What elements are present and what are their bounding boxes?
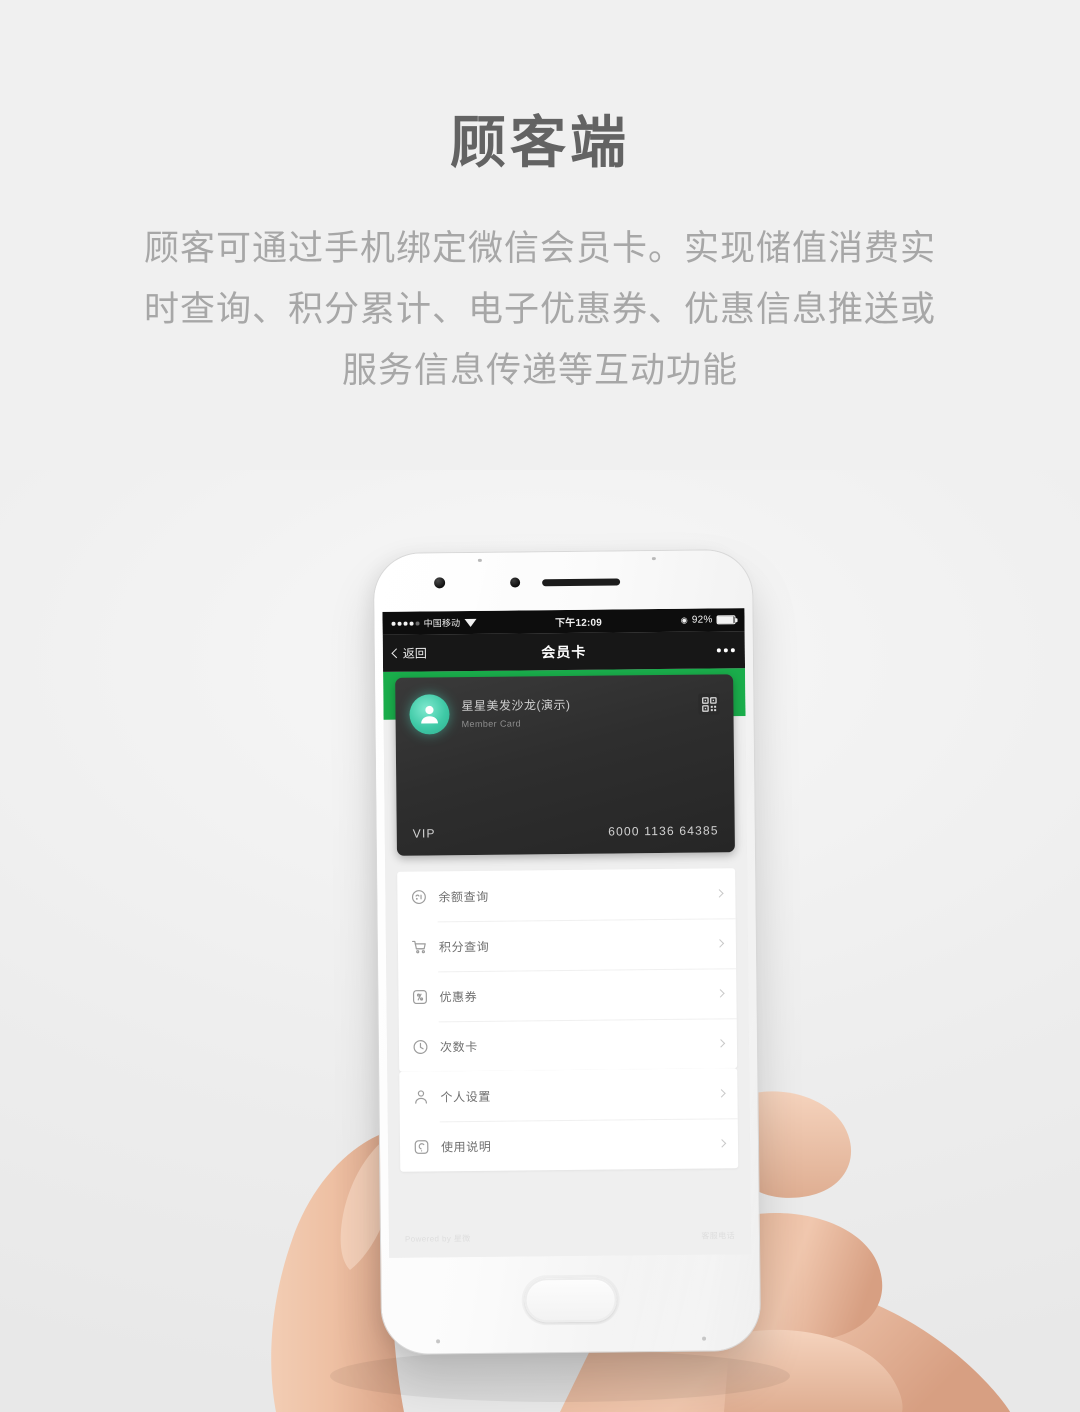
help-manual-icon [413, 1138, 430, 1155]
person-settings-icon [412, 1088, 429, 1105]
chevron-right-icon [717, 1089, 726, 1098]
signal-dots-icon [391, 621, 420, 626]
chevron-right-icon [715, 889, 724, 898]
app-content: 星星美发沙龙(演示) Member Card VIP 6000 1136 643… [383, 674, 752, 1258]
chevron-right-icon [716, 989, 725, 998]
battery-icon [716, 615, 736, 625]
antenna-line-left [436, 1339, 441, 1344]
carrier-label: 中国移动 [423, 618, 461, 629]
card-tier-label: VIP [412, 826, 436, 841]
footer-left-text: Powered by 星微 [404, 1233, 471, 1244]
menu-group-account: 个人设置 使用说明 [399, 1068, 739, 1172]
nav-title: 会员卡 [541, 643, 587, 660]
app-footer: Powered by 星微 客服电话 [389, 1222, 751, 1252]
list-item[interactable]: 优惠券 [398, 968, 737, 1022]
menu-group-services: 余额查询 积分查询 优惠券 次数卡 [397, 868, 738, 1072]
list-item-label: 使用说明 [440, 1139, 492, 1154]
rotation-lock-icon: ◉ [680, 615, 688, 625]
front-camera-icon [434, 577, 446, 589]
antenna-dot-right [651, 557, 656, 561]
back-button-label: 返回 [402, 646, 427, 661]
description-line-3: 服务信息传递等互动功能 [341, 350, 738, 390]
page-header: 顾客端 顾客可通过手机绑定微信会员卡。实现储值消费实 时查询、积分累计、电子优惠… [0, 0, 1080, 401]
wallet-balance-icon [410, 888, 427, 905]
antenna-dot-left [477, 558, 482, 562]
description-line-1: 顾客可通过手机绑定微信会员卡。实现储值消费实 [143, 228, 936, 268]
battery-percent-label: 92% [691, 614, 713, 626]
list-item[interactable]: 次数卡 [399, 1018, 738, 1072]
nav-bar: 返回 会员卡 [382, 631, 746, 672]
times-card-icon [412, 1038, 429, 1055]
proximity-sensor-icon [510, 577, 521, 588]
phone-top-bezel [374, 550, 753, 612]
list-item-label: 个人设置 [440, 1089, 491, 1104]
qr-code-icon[interactable] [698, 693, 720, 715]
wifi-icon [464, 618, 477, 627]
antenna-line-right [702, 1336, 707, 1341]
phone-bottom-bezel [381, 1254, 760, 1354]
page-title: 顾客端 [450, 111, 630, 174]
more-dots-icon[interactable] [716, 647, 735, 652]
coupon-icon [411, 988, 428, 1005]
smartphone-device: 中国移动 下午12:09 ◉ 92% 返回 会员卡 星星美发沙龙(演示) Mem… [373, 550, 761, 1354]
list-item-label: 优惠券 [439, 989, 478, 1004]
list-item[interactable]: 使用说明 [400, 1118, 739, 1172]
member-card[interactable]: 星星美发沙龙(演示) Member Card VIP 6000 1136 643… [395, 674, 735, 856]
list-item-label: 次数卡 [439, 1039, 478, 1054]
chevron-left-icon [391, 648, 402, 659]
home-button-icon[interactable] [524, 1277, 617, 1323]
list-item-label: 积分查询 [438, 939, 490, 954]
points-cart-icon [411, 938, 428, 955]
card-type-label: Member Card [461, 718, 522, 730]
status-time: 下午12:09 [555, 617, 603, 630]
list-item[interactable]: 积分查询 [398, 918, 737, 972]
list-item[interactable]: 余额查询 [397, 868, 736, 922]
card-number: 6000 1136 64385 [608, 823, 719, 839]
product-photo: 中国移动 下午12:09 ◉ 92% 返回 会员卡 星星美发沙龙(演示) Mem… [0, 470, 1080, 1412]
description-line-2: 时查询、积分累计、电子优惠券、优惠信息推送或 [143, 289, 936, 329]
phone-screen: 中国移动 下午12:09 ◉ 92% 返回 会员卡 星星美发沙龙(演示) Mem… [382, 608, 752, 1258]
list-item-label: 余额查询 [438, 889, 489, 904]
shop-name: 星星美发沙龙(演示) [461, 697, 571, 714]
chevron-right-icon [717, 1139, 727, 1148]
chevron-right-icon [716, 1039, 726, 1048]
earpiece-speaker [542, 578, 621, 587]
footer-right-text: 客服电话 [701, 1230, 736, 1241]
chevron-right-icon [715, 939, 725, 948]
list-item[interactable]: 个人设置 [399, 1068, 738, 1122]
person-avatar-icon [409, 694, 450, 735]
back-button[interactable]: 返回 [391, 644, 427, 661]
page-description: 顾客可通过手机绑定微信会员卡。实现储值消费实 时查询、积分累计、电子优惠券、优惠… [0, 218, 1080, 401]
